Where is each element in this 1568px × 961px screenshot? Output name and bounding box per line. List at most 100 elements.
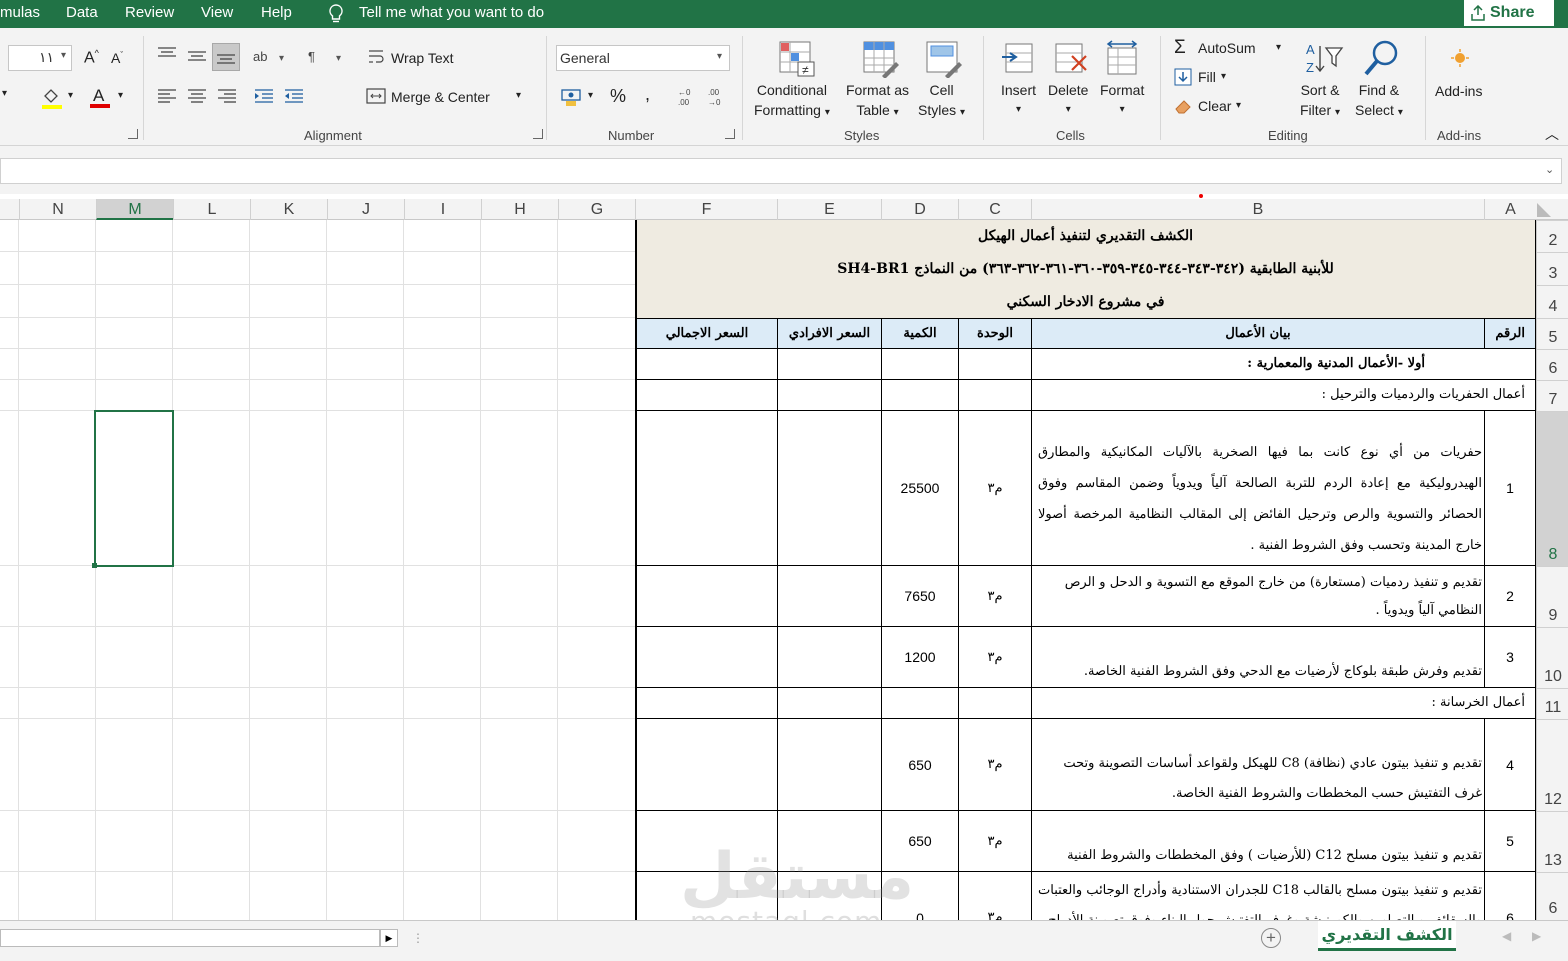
menu-view[interactable]: View — [201, 4, 233, 21]
cell-e8[interactable] — [777, 410, 882, 566]
cell-f12[interactable] — [635, 718, 778, 811]
scroll-right-icon[interactable]: ▶ — [380, 929, 398, 947]
decrease-decimal-icon[interactable]: .00 →0 — [706, 86, 730, 111]
chevron-down-icon[interactable]: ▾ — [1236, 100, 1241, 111]
col-header-k[interactable]: K — [250, 199, 327, 220]
subsection-excavation[interactable]: أعمال الحفريات والردميات والترحيل : — [1031, 379, 1536, 411]
row-header-11[interactable]: 11 — [1537, 688, 1568, 719]
col-header-c[interactable]: C — [958, 199, 1031, 220]
cell-e11[interactable] — [777, 687, 882, 719]
header-number[interactable]: الرقم — [1484, 318, 1536, 349]
cell-f8[interactable] — [635, 410, 778, 566]
col-header-b[interactable]: B — [1031, 199, 1484, 220]
increase-decimal-icon[interactable]: ←0.00 — [676, 86, 700, 111]
clear-button[interactable]: Clear — [1198, 98, 1231, 114]
col-header-m[interactable]: M — [96, 199, 173, 220]
comma-icon[interactable]: , — [645, 84, 650, 105]
merge-center-button[interactable]: Merge & Center — [391, 89, 490, 105]
cell-styles-button[interactable]: Cell Styles ▾ — [918, 80, 965, 123]
col-header-i[interactable]: I — [404, 199, 481, 220]
col-header-l[interactable]: L — [173, 199, 250, 220]
cell-d6[interactable] — [881, 348, 959, 380]
cell-e10[interactable] — [777, 626, 882, 688]
cell-e6[interactable] — [777, 348, 882, 380]
chevron-down-icon[interactable]: ▾ — [1276, 42, 1281, 53]
align-center-icon[interactable] — [186, 86, 208, 109]
cell-f10[interactable] — [635, 626, 778, 688]
find-select-button[interactable]: Find & Select ▾ — [1355, 80, 1403, 123]
increase-indent-icon[interactable] — [283, 86, 305, 109]
horizontal-scrollbar[interactable] — [0, 929, 380, 947]
col-header-j[interactable]: J — [327, 199, 404, 220]
col-header-f[interactable]: F — [635, 199, 777, 220]
header-unit-price[interactable]: السعر الافرادي — [777, 318, 882, 349]
chevron-down-icon[interactable]: ▾ — [2, 88, 7, 99]
worksheet-grid[interactable]: الكشف التقديري لتنفيذ أعمال الهيكل للأبن… — [0, 220, 1536, 920]
sort-filter-button[interactable]: Sort & Filter ▾ — [1300, 80, 1340, 123]
section-civil-works[interactable]: أولا -الأعمال المدنية والمعمارية : — [1031, 348, 1536, 380]
formula-input[interactable]: ⌄ — [0, 158, 1562, 184]
format-as-table-button[interactable]: Format as Table ▾ — [846, 80, 909, 123]
item-6-unit[interactable]: م٣ — [958, 871, 1032, 920]
cell-e12[interactable] — [777, 718, 882, 811]
item-5-unit[interactable]: م٣ — [958, 810, 1032, 872]
header-description[interactable]: بيان الأعمال — [1031, 318, 1485, 349]
collapse-ribbon-icon[interactable]: ︿ — [1545, 124, 1559, 144]
col-header-d[interactable]: D — [881, 199, 958, 220]
align-right-icon[interactable] — [216, 86, 238, 109]
row-header-10[interactable]: 10 — [1537, 627, 1568, 688]
header-unit[interactable]: الوحدة — [958, 318, 1032, 349]
fill-handle[interactable] — [92, 563, 97, 568]
item-2-unit[interactable]: م٣ — [958, 565, 1032, 627]
font-dialog-launcher[interactable] — [128, 129, 138, 139]
item-3-unit[interactable]: م٣ — [958, 626, 1032, 688]
increase-font-icon[interactable]: A^ — [84, 48, 99, 67]
title-line-1[interactable]: الكشف التقديري لتنفيذ أعمال الهيكل — [635, 220, 1536, 251]
currency-icon[interactable] — [560, 86, 584, 111]
number-format-select[interactable]: General ▾ — [556, 45, 730, 71]
select-all-corner[interactable] — [1537, 203, 1551, 217]
decrease-indent-icon[interactable] — [253, 86, 275, 109]
item-4-quantity[interactable]: 650 — [881, 718, 959, 811]
item-1-unit[interactable]: م٣ — [958, 410, 1032, 566]
cell-c6[interactable] — [958, 348, 1032, 380]
item-6-description[interactable]: تقديم و تنفيذ بيتون مسلح بالقالب C18 للج… — [1031, 871, 1485, 920]
item-2-quantity[interactable]: 7650 — [881, 565, 959, 627]
cell-f6[interactable] — [635, 348, 778, 380]
row-header-7[interactable]: 7 — [1537, 380, 1568, 411]
row-header-14[interactable]: 6 — [1537, 872, 1568, 920]
cell-d7[interactable] — [881, 379, 959, 411]
autosum-button[interactable]: AutoSum — [1198, 40, 1256, 56]
row-header-13[interactable]: 13 — [1537, 811, 1568, 872]
cell-e7[interactable] — [777, 379, 882, 411]
delete-button[interactable]: Delete ▾ — [1048, 80, 1088, 120]
cell-f11[interactable] — [635, 687, 778, 719]
font-color-icon[interactable]: A — [88, 84, 112, 113]
chevron-down-icon[interactable]: ▾ — [588, 90, 593, 101]
col-header-n[interactable]: N — [19, 199, 96, 220]
cell-c7[interactable] — [958, 379, 1032, 411]
row-header-6[interactable]: 6 — [1537, 349, 1568, 380]
row-header-8[interactable]: 8 — [1537, 411, 1568, 566]
cell-d11[interactable] — [881, 687, 959, 719]
align-left-icon[interactable] — [156, 86, 178, 109]
alignment-dialog-launcher[interactable] — [533, 129, 543, 139]
align-middle-icon[interactable] — [186, 46, 208, 69]
orientation-icon[interactable]: ab ▾ — [253, 46, 289, 69]
splitter-handle[interactable]: ⋮ — [412, 931, 424, 945]
item-3-description[interactable]: تقديم وفرش طبقة بلوكاج لأرضيات مع الدحي … — [1031, 626, 1485, 688]
title-line-3[interactable]: في مشروع الادخار السكني — [635, 285, 1536, 318]
row-header-3[interactable]: 3 — [1537, 252, 1568, 285]
row-header-4[interactable]: 4 — [1537, 285, 1568, 318]
row-header-2[interactable]: 2 — [1537, 220, 1568, 252]
sheet-tab-estimate[interactable]: الكشف التقديري — [1318, 921, 1456, 951]
col-header-g[interactable]: G — [558, 199, 635, 220]
insert-button[interactable]: Insert ▾ — [1001, 80, 1036, 120]
item-2-number[interactable]: 2 — [1484, 565, 1536, 627]
chevron-down-icon[interactable]: ▾ — [1221, 71, 1226, 82]
item-2-description[interactable]: تقديم و تنفيذ ردميات (مستعارة) من خارج ا… — [1031, 565, 1485, 627]
tell-me-search[interactable]: Tell me what you want to do — [359, 4, 544, 21]
add-sheet-icon[interactable]: + — [1261, 928, 1281, 948]
item-3-quantity[interactable]: 1200 — [881, 626, 959, 688]
cell-f7[interactable] — [635, 379, 778, 411]
